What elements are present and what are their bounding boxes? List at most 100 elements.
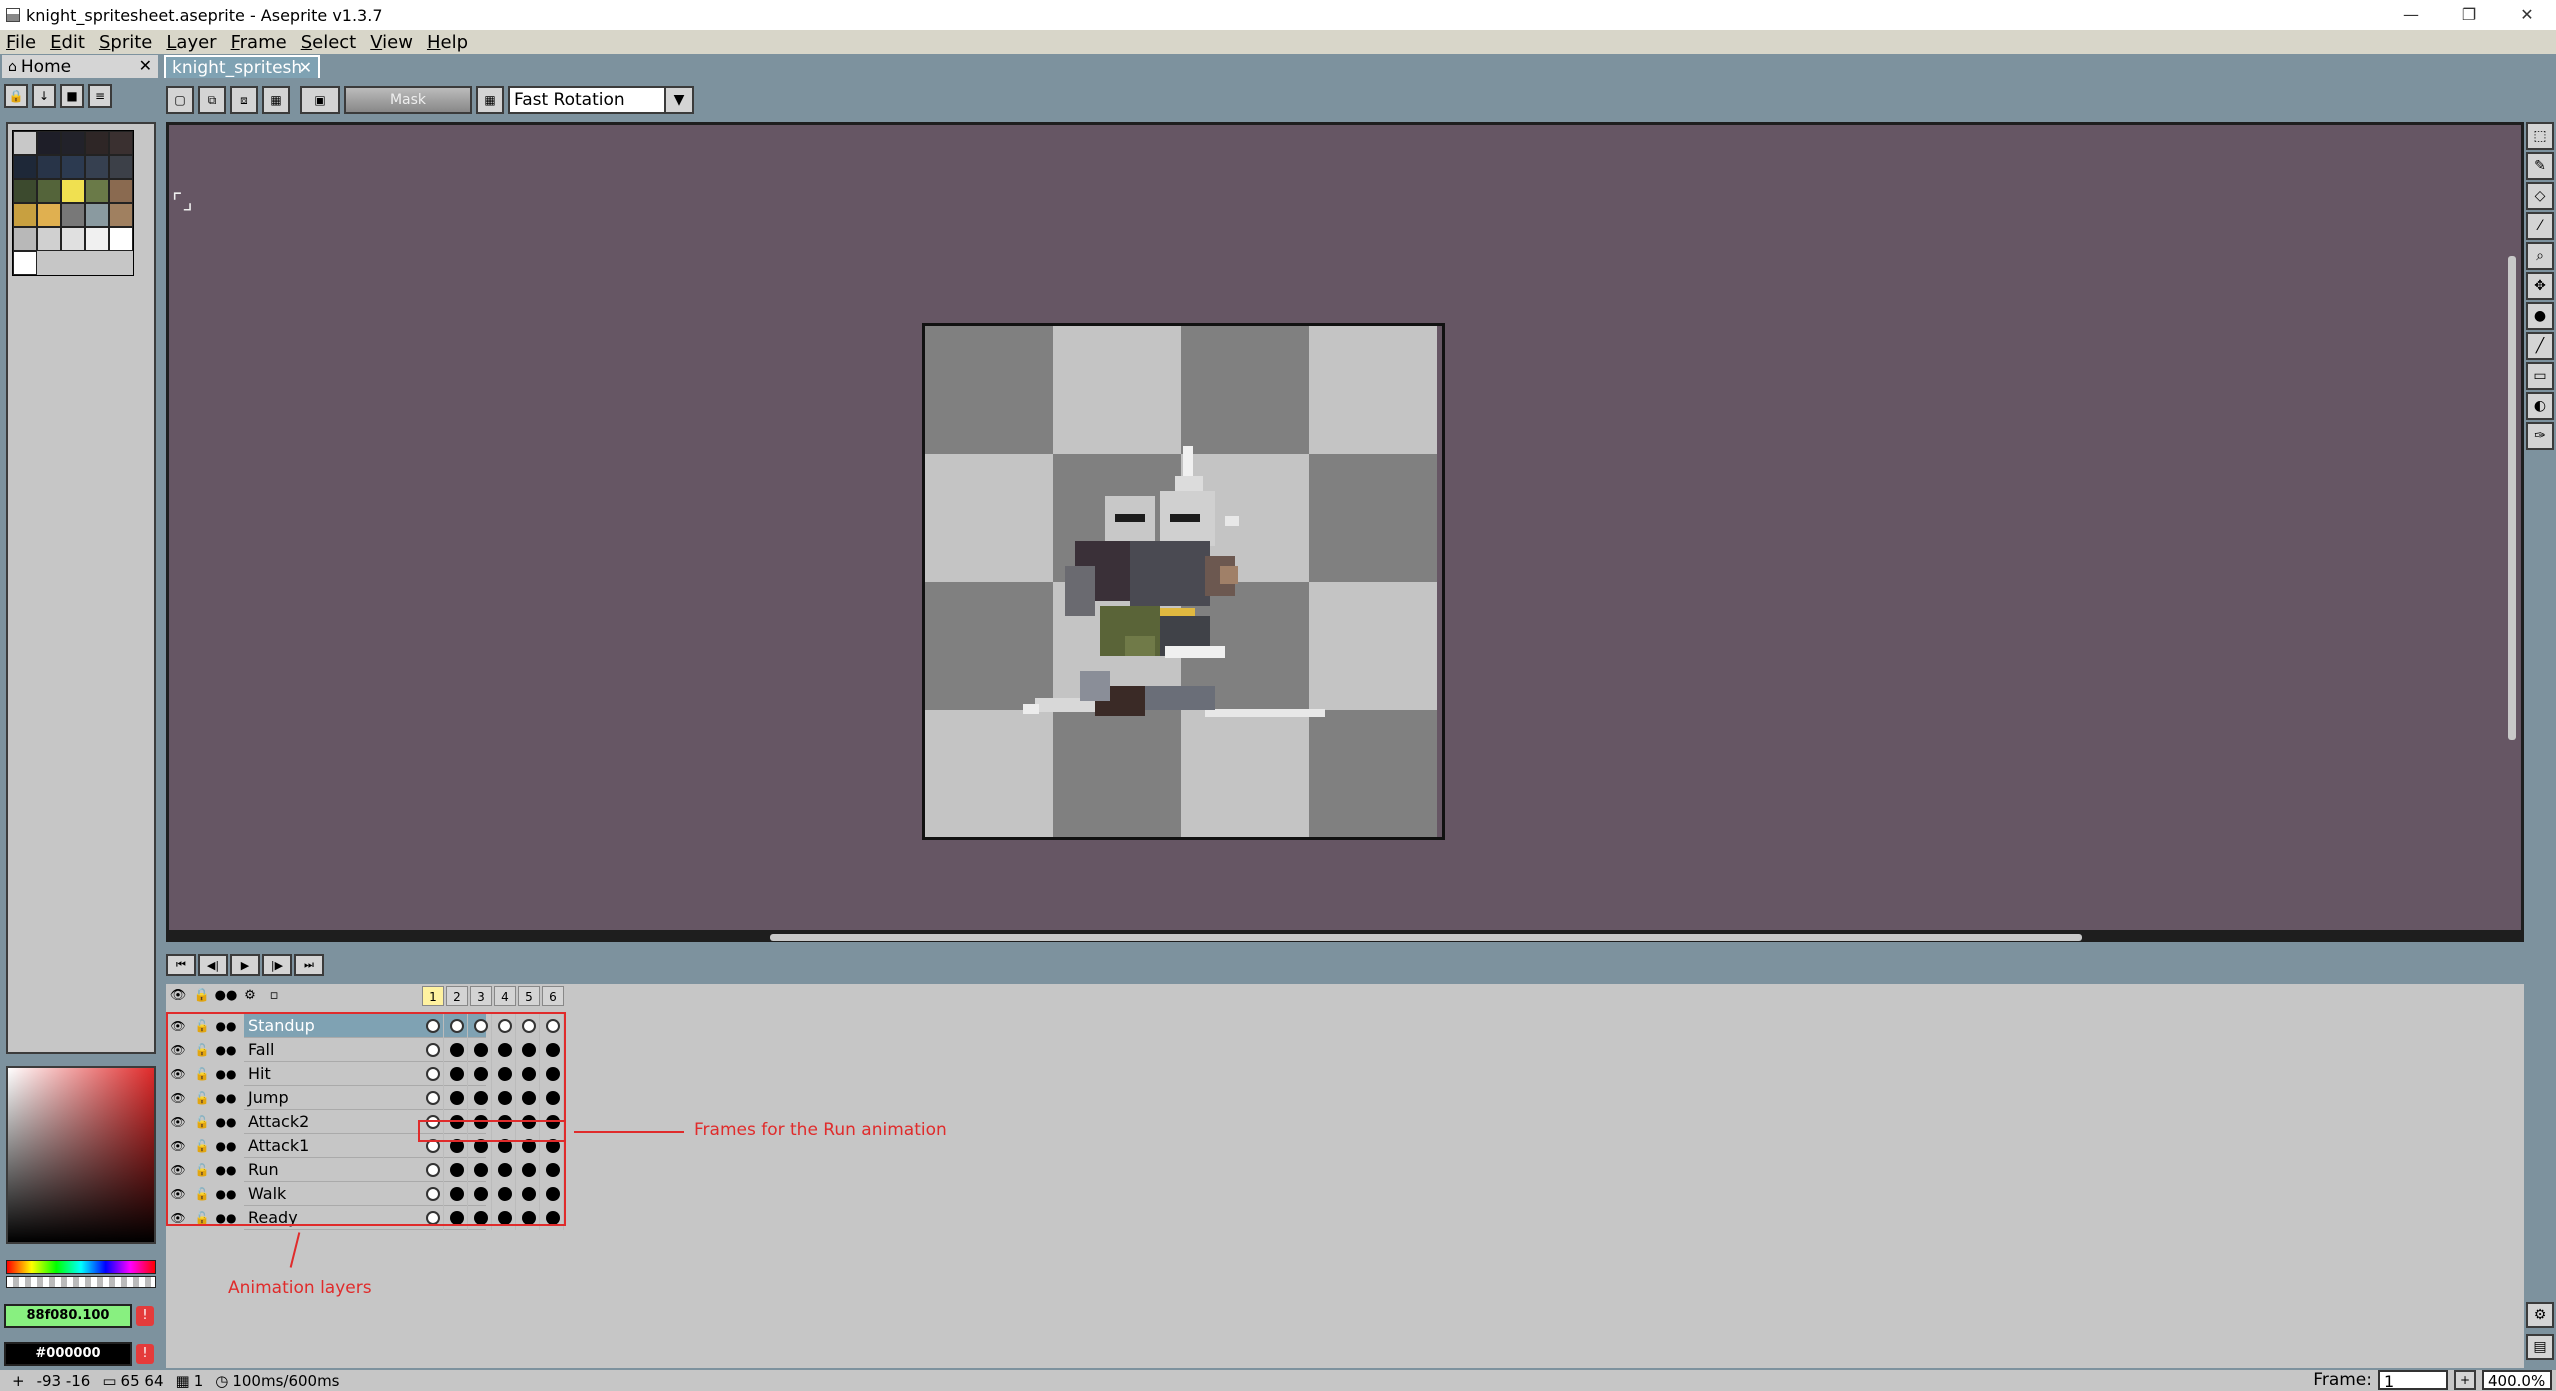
palette-swatch[interactable] <box>61 131 85 155</box>
layer-options-icon[interactable]: ⚙ <box>238 986 262 1006</box>
palette-swatch[interactable] <box>37 227 61 251</box>
tab-home-close-icon[interactable]: ✕ <box>139 56 152 75</box>
sprite-canvas[interactable] <box>922 323 1445 840</box>
frame-input[interactable]: 1 <box>2378 1370 2448 1391</box>
frame-header[interactable]: 1 <box>422 986 444 1006</box>
onion-skin-icon[interactable]: ▫ <box>262 986 286 1006</box>
restore-button[interactable]: ❐ <box>2440 0 2498 30</box>
bg-warning-icon[interactable]: ! <box>136 1344 154 1364</box>
first-frame-icon[interactable]: ⏮ <box>166 954 196 976</box>
palette-swatch[interactable] <box>109 203 133 227</box>
frame-header[interactable]: 6 <box>542 986 564 1006</box>
eraser-icon[interactable]: ◇ <box>2526 182 2554 210</box>
foreground-color[interactable]: 88f080.100 <box>4 1304 132 1328</box>
timeline-layout-icon[interactable]: ▤ <box>2526 1334 2554 1360</box>
palette-swatch[interactable] <box>37 179 61 203</box>
menu-layer[interactable]: Layer <box>160 32 224 53</box>
palette-lock-icon[interactable]: 🔒 <box>4 84 28 108</box>
palette-swatch[interactable] <box>37 203 61 227</box>
contour-icon[interactable]: ◐ <box>2526 392 2554 420</box>
palette-options-icon[interactable]: ≡ <box>88 84 112 108</box>
add-frame-icon[interactable]: + <box>2454 1370 2476 1390</box>
transparent-color-icon[interactable]: ▣ <box>300 86 340 114</box>
palette-swatch[interactable] <box>109 131 133 155</box>
lock-header-icon[interactable]: 🔒 <box>190 986 214 1006</box>
zoom-icon[interactable]: ⌕ <box>2526 242 2554 270</box>
menu-file[interactable]: File <box>0 32 44 53</box>
selection-replace-icon[interactable]: ▢ <box>166 86 194 114</box>
palette-swatch[interactable] <box>13 227 37 251</box>
palette-swatch[interactable] <box>13 203 37 227</box>
frame-header[interactable]: 3 <box>470 986 492 1006</box>
minimize-button[interactable]: — <box>2382 0 2440 30</box>
palette-swatch[interactable] <box>85 227 109 251</box>
fg-warning-icon[interactable]: ! <box>136 1306 154 1326</box>
rectangle-icon[interactable]: ▭ <box>2526 362 2554 390</box>
selection-subtract-icon[interactable]: ⧈ <box>230 86 258 114</box>
tab-knight-spritesheet[interactable]: knight_spritesh ✕ <box>164 55 320 78</box>
palette-swatch[interactable] <box>85 203 109 227</box>
frame-header[interactable]: 4 <box>494 986 516 1006</box>
background-color[interactable]: #000000 <box>4 1342 132 1366</box>
pivot-icon[interactable]: ▦ <box>476 86 504 114</box>
close-window-button[interactable]: ✕ <box>2498 0 2556 30</box>
pencil-icon[interactable]: ✎ <box>2526 152 2554 180</box>
continuous-header-icon[interactable]: ●● <box>214 986 238 1006</box>
selection-intersect-icon[interactable]: ▦ <box>262 86 290 114</box>
palette-swatch[interactable] <box>85 131 109 155</box>
palette-swatch[interactable] <box>85 155 109 179</box>
palette-sort-icon[interactable]: ↓ <box>32 84 56 108</box>
palette-swatch[interactable] <box>13 155 37 179</box>
chevron-down-icon[interactable]: ▼ <box>664 86 694 114</box>
tools-panel: ⬚ ✎ ◇ ⁄ ⌕ ✥ ● ╱ ▭ ◐ ✑ <box>2526 122 2554 450</box>
paint-bucket-icon[interactable]: ● <box>2526 302 2554 330</box>
play-icon[interactable]: ▶ <box>230 954 260 976</box>
palette-swatch[interactable] <box>13 131 37 155</box>
menu-frame[interactable]: Frame <box>225 32 295 53</box>
vertical-scroll-thumb[interactable] <box>2508 256 2516 740</box>
horizontal-scroll-thumb[interactable] <box>770 934 2082 941</box>
palette-swatch[interactable] <box>37 155 61 179</box>
menu-edit[interactable]: Edit <box>44 32 93 53</box>
menu-help[interactable]: Help <box>421 32 476 53</box>
palette-swatch[interactable] <box>61 155 85 179</box>
last-frame-icon[interactable]: ⏭ <box>294 954 324 976</box>
palette-swatch[interactable] <box>109 155 133 179</box>
palette-swatch[interactable] <box>61 179 85 203</box>
palette-swatch[interactable] <box>13 251 37 275</box>
hue-slider[interactable] <box>6 1260 156 1274</box>
color-spectrum[interactable] <box>6 1066 156 1244</box>
alpha-slider[interactable] <box>6 1276 156 1288</box>
menu-select[interactable]: Select <box>295 32 365 53</box>
blur-icon[interactable]: ✑ <box>2526 422 2554 450</box>
palette-swatch[interactable] <box>37 131 61 155</box>
palette-swatch[interactable] <box>109 179 133 203</box>
palette-presets-icon[interactable]: ■ <box>60 84 84 108</box>
frame-header[interactable]: 2 <box>446 986 468 1006</box>
palette-swatch[interactable] <box>61 203 85 227</box>
mask-color-slider[interactable]: Mask <box>344 86 472 114</box>
palette-swatch[interactable] <box>13 179 37 203</box>
rotation-algorithm-select[interactable]: Fast Rotation ▼ <box>508 86 694 114</box>
selection-add-icon[interactable]: ⧉ <box>198 86 226 114</box>
timeline-config-icon[interactable]: ⚙ <box>2526 1302 2554 1328</box>
menu-view[interactable]: View <box>364 32 421 53</box>
palette-swatch[interactable] <box>61 227 85 251</box>
rectangular-marquee-icon[interactable]: ⬚ <box>2526 122 2554 150</box>
move-icon[interactable]: ✥ <box>2526 272 2554 300</box>
zoom-input[interactable]: 400.0% <box>2482 1370 2552 1390</box>
visibility-header-icon[interactable]: 👁 <box>166 986 190 1006</box>
eyedropper-icon[interactable]: ⁄ <box>2526 212 2554 240</box>
palette-swatch[interactable] <box>85 179 109 203</box>
tab-file-close-icon[interactable]: ✕ <box>299 58 312 77</box>
previous-frame-icon[interactable]: ◀| <box>198 954 228 976</box>
tab-home[interactable]: ⌂ Home ✕ <box>2 55 158 78</box>
frame-count: 1 <box>193 1371 204 1390</box>
frame-header[interactable]: 5 <box>518 986 540 1006</box>
context-bar: ▢ ⧉ ⧈ ▦ ▣ Mask ▦ Fast Rotation ▼ <box>166 84 694 116</box>
palette-swatch[interactable] <box>109 227 133 251</box>
next-frame-icon[interactable]: |▶ <box>262 954 292 976</box>
tab-home-label: Home <box>20 56 72 77</box>
menu-sprite[interactable]: Sprite <box>93 32 160 53</box>
line-icon[interactable]: ╱ <box>2526 332 2554 360</box>
